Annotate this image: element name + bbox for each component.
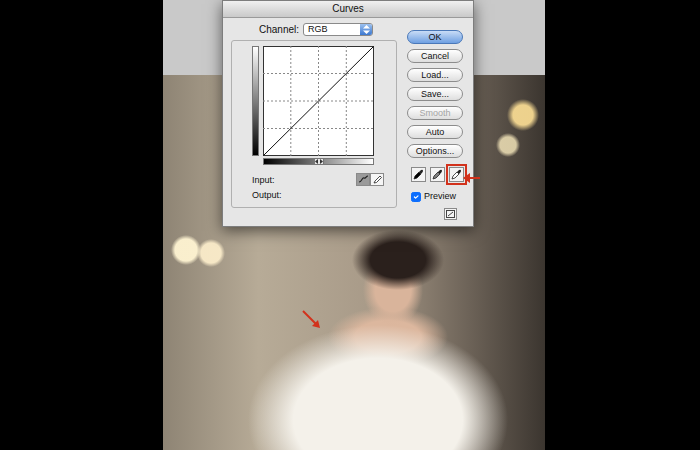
eyedropper-icon xyxy=(413,169,424,180)
button-label: Smooth xyxy=(419,108,450,118)
dropdown-icon xyxy=(360,24,372,35)
dialog-button[interactable]: Auto xyxy=(407,125,463,139)
curve-line[interactable] xyxy=(264,47,374,156)
dropper-fill xyxy=(414,172,421,179)
swap-icon[interactable] xyxy=(314,158,324,165)
button-label: Cancel xyxy=(421,51,449,61)
curves-dialog: Curves Channel: RGB xyxy=(222,0,474,227)
screen: Curves Channel: RGB xyxy=(0,0,700,450)
dropper-fill xyxy=(452,172,459,179)
button-label: Options... xyxy=(416,146,455,156)
dialog-button: Smooth xyxy=(407,106,463,120)
preview-checkbox[interactable]: Preview xyxy=(411,190,465,204)
channel-label: Channel: xyxy=(259,22,299,37)
channel-value: RGB xyxy=(308,24,328,35)
eyedropper-icon xyxy=(451,169,462,180)
expand-icon[interactable] xyxy=(444,208,457,220)
button-label: OK xyxy=(428,32,441,42)
output-gradient xyxy=(252,46,259,156)
arrow-icon xyxy=(300,308,324,332)
pencil-icon xyxy=(372,175,383,184)
preview-label: Preview xyxy=(424,190,456,204)
button-label: Auto xyxy=(426,127,445,137)
dialog-button[interactable]: Cancel xyxy=(407,49,463,63)
eyedropper-button[interactable] xyxy=(411,167,426,182)
eyedropper-button[interactable] xyxy=(449,167,464,182)
dropper-fill xyxy=(433,172,440,179)
channel-select[interactable]: RGB xyxy=(303,23,373,36)
dialog-button[interactable]: Load... xyxy=(407,68,463,82)
preview-check[interactable] xyxy=(411,192,421,202)
input-gradient xyxy=(263,158,374,165)
output-label: Output: xyxy=(252,188,282,203)
curve-graph[interactable] xyxy=(263,46,374,156)
eyedropper-button[interactable] xyxy=(430,167,445,182)
curve-icon xyxy=(358,175,369,184)
mode-button[interactable] xyxy=(370,173,384,186)
arrow-icon xyxy=(463,172,481,184)
button-label: Save... xyxy=(421,89,449,99)
eyedropper-icon xyxy=(432,169,443,180)
curve-group: Input: Output: xyxy=(231,40,397,208)
dialog-button[interactable]: OK xyxy=(407,30,463,44)
dialog-button[interactable]: Save... xyxy=(407,87,463,101)
input-label: Input: xyxy=(252,173,282,188)
button-label: Load... xyxy=(421,70,449,80)
mode-button[interactable] xyxy=(356,173,370,186)
dialog-title: Curves xyxy=(332,3,364,14)
title-bar[interactable]: Curves xyxy=(223,1,473,18)
dialog-button[interactable]: Options... xyxy=(407,144,463,158)
